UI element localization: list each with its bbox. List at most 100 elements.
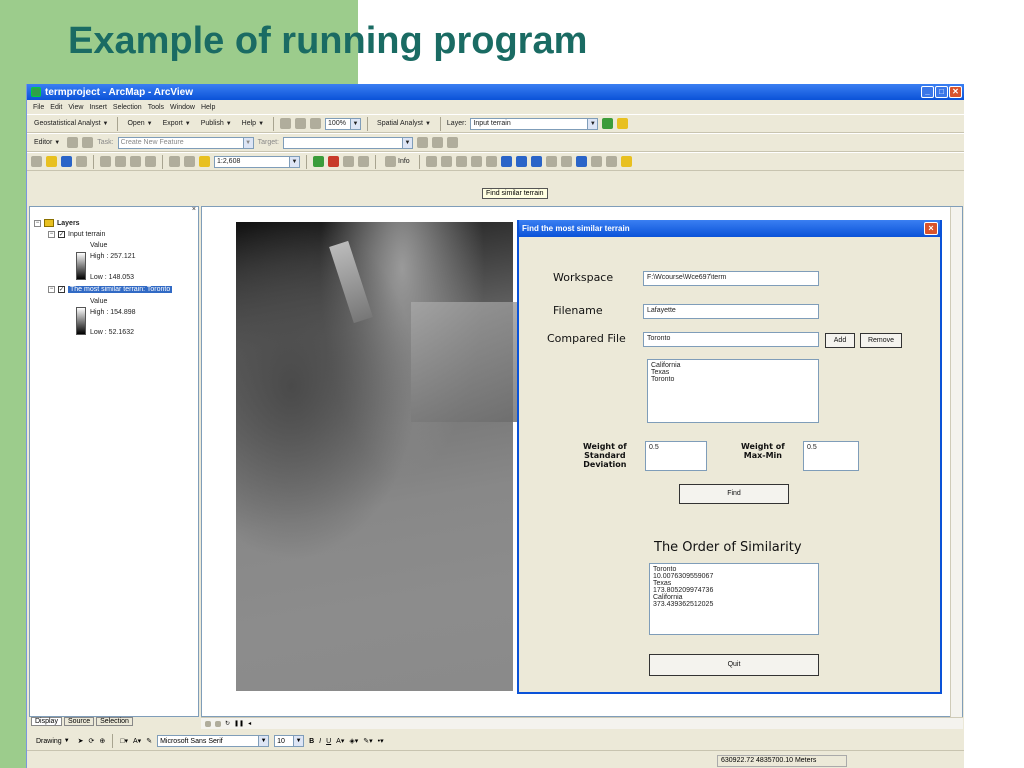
menu-item-file[interactable]: File xyxy=(33,104,44,111)
weight-maxmin-input[interactable]: 0.5 xyxy=(803,441,859,471)
fixed-zoom-out-icon[interactable] xyxy=(470,156,482,167)
remove-button[interactable]: Remove xyxy=(860,333,902,348)
collapse-icon[interactable]: − xyxy=(48,231,55,238)
font-combo[interactable]: Microsoft Sans Serif ▼ xyxy=(157,735,270,747)
scale-combo[interactable]: 1:2,608 ▼ xyxy=(214,155,300,168)
new-icon[interactable] xyxy=(31,156,42,167)
underline-button[interactable]: U xyxy=(326,738,331,745)
toc-close-icon[interactable]: × xyxy=(192,206,196,213)
fill-color-icon[interactable]: ◈▾ xyxy=(349,737,358,745)
editor-toolbar-icon[interactable] xyxy=(313,156,324,167)
zoom-icon[interactable] xyxy=(310,118,322,129)
back-extent-icon[interactable] xyxy=(515,156,527,167)
collapse-icon[interactable]: − xyxy=(48,286,55,293)
identify-icon[interactable] xyxy=(575,156,587,167)
collapse-icon[interactable]: − xyxy=(34,219,41,227)
rotate-icon[interactable]: ⟳ xyxy=(89,737,95,745)
tab-source[interactable]: Source xyxy=(63,717,95,726)
edit-vertex-icon[interactable] xyxy=(417,137,428,148)
data-view-icon[interactable] xyxy=(295,118,307,129)
task-combo[interactable]: Create New Feature ▼ xyxy=(117,136,254,149)
edit-vertices-icon[interactable]: ✎ xyxy=(146,737,152,745)
italic-button[interactable]: I xyxy=(319,738,321,745)
add-data-icon[interactable] xyxy=(199,156,210,167)
save-icon[interactable] xyxy=(61,156,72,167)
menu-item-tools[interactable]: Tools xyxy=(148,104,164,111)
workspace-input[interactable]: F:\Wcourse\Wce697\term xyxy=(643,271,819,286)
menu-item-help[interactable]: Help xyxy=(201,104,215,111)
font-size-combo[interactable]: 10 ▼ xyxy=(274,735,305,747)
zoom-out-icon[interactable] xyxy=(440,156,452,167)
spatial-analyst-menu[interactable]: Spatial Analyst ▼ xyxy=(374,119,434,128)
layout-icon[interactable] xyxy=(280,118,292,129)
command-line-icon[interactable] xyxy=(343,156,354,167)
dialog-titlebar[interactable]: Find the most similar terrain xyxy=(519,220,940,237)
menu-item-edit[interactable]: Edit xyxy=(50,104,62,111)
weight-sd-input[interactable]: 0.5 xyxy=(645,441,707,471)
compared-files-list[interactable]: California Texas Toronto xyxy=(647,359,819,423)
pan-icon[interactable] xyxy=(485,156,497,167)
filename-input[interactable]: Lafayette xyxy=(643,304,819,319)
sketch-tool-icon[interactable] xyxy=(82,137,94,148)
tab-selection[interactable]: Selection xyxy=(96,717,133,726)
zoom-in-icon[interactable] xyxy=(425,156,437,167)
find-icon[interactable] xyxy=(590,156,602,167)
fixed-zoom-in-icon[interactable] xyxy=(455,156,467,167)
font-color-icon[interactable]: A▾ xyxy=(336,737,344,745)
open-menu[interactable]: Open ▼ xyxy=(124,119,155,128)
toc-layer-similar[interactable]: − ✓ The most similar terrain: Toronto xyxy=(48,286,173,293)
add-button[interactable]: Add xyxy=(825,333,855,348)
refresh-icon[interactable]: ↻ xyxy=(225,720,230,727)
select-elements-icon[interactable] xyxy=(560,156,572,167)
measure-icon[interactable] xyxy=(605,156,617,167)
bold-button[interactable]: B xyxy=(309,738,314,745)
zoom-whole-page-icon[interactable]: ⊕ xyxy=(99,737,105,745)
toc-root[interactable]: − Layers xyxy=(34,219,80,227)
open-icon[interactable] xyxy=(46,156,57,167)
close-button[interactable]: ✕ xyxy=(949,86,962,98)
arctoolbox-icon[interactable] xyxy=(328,156,339,167)
editor-menu[interactable]: Editor ▼ xyxy=(31,138,63,147)
layer-combo[interactable]: Input terrain ▼ xyxy=(470,117,599,130)
quit-button[interactable]: Quit xyxy=(649,654,819,676)
attributes-icon[interactable] xyxy=(432,137,443,148)
similarity-results-list[interactable]: Toronto 10.0076309559067 Texas 173.80520… xyxy=(649,563,819,635)
forward-extent-icon[interactable] xyxy=(530,156,542,167)
zoom-combo[interactable]: 100% ▼ xyxy=(325,117,362,130)
drawing-menu[interactable]: Drawing ▼ xyxy=(33,737,73,746)
select-features-icon[interactable] xyxy=(545,156,557,167)
text-tool-icon[interactable]: A▾ xyxy=(133,737,141,745)
menu-item-view[interactable]: View xyxy=(68,104,83,111)
paste-icon[interactable] xyxy=(130,156,141,167)
whats-this-icon[interactable] xyxy=(358,156,369,167)
chart-icon[interactable] xyxy=(617,118,629,129)
copy-icon[interactable] xyxy=(115,156,126,167)
histogram-icon[interactable] xyxy=(602,118,614,129)
edit-tool-icon[interactable] xyxy=(67,137,79,148)
menu-item-selection[interactable]: Selection xyxy=(113,104,142,111)
info-button[interactable]: Info xyxy=(382,155,413,168)
target-combo[interactable]: ▼ xyxy=(283,136,413,149)
scroll-left-icon[interactable]: ◂ xyxy=(248,720,251,727)
layer-visibility-checkbox[interactable]: ✓ xyxy=(58,231,65,238)
horizontal-scrollbar[interactable]: ↻ ❚❚ ◂ xyxy=(201,717,963,729)
marker-color-icon[interactable]: •▾ xyxy=(378,737,384,745)
layer-visibility-checkbox[interactable]: ✓ xyxy=(58,286,65,293)
maximize-button[interactable]: □ xyxy=(935,86,948,98)
sketch-properties-icon[interactable] xyxy=(447,137,458,148)
hyperlink-icon[interactable] xyxy=(620,156,632,167)
dialog-close-button[interactable]: × xyxy=(924,222,938,235)
menu-item-window[interactable]: Window xyxy=(170,104,195,111)
window-titlebar[interactable]: termproject - ArcMap - ArcView _ □ ✕ xyxy=(27,84,964,100)
line-color-icon[interactable]: ✎▾ xyxy=(363,737,372,745)
data-view-toggle-icon[interactable] xyxy=(205,720,211,727)
vertical-scrollbar[interactable] xyxy=(950,207,962,718)
menu-item-insert[interactable]: Insert xyxy=(89,104,107,111)
cut-icon[interactable] xyxy=(100,156,111,167)
compared-file-input[interactable]: Toronto xyxy=(643,332,819,347)
select-elements-icon[interactable]: ➤ xyxy=(78,737,84,745)
find-button[interactable]: Find xyxy=(679,484,789,504)
delete-icon[interactable] xyxy=(145,156,156,167)
tab-display[interactable]: Display xyxy=(31,717,62,726)
rectangle-tool-icon[interactable]: □▾ xyxy=(120,737,128,745)
